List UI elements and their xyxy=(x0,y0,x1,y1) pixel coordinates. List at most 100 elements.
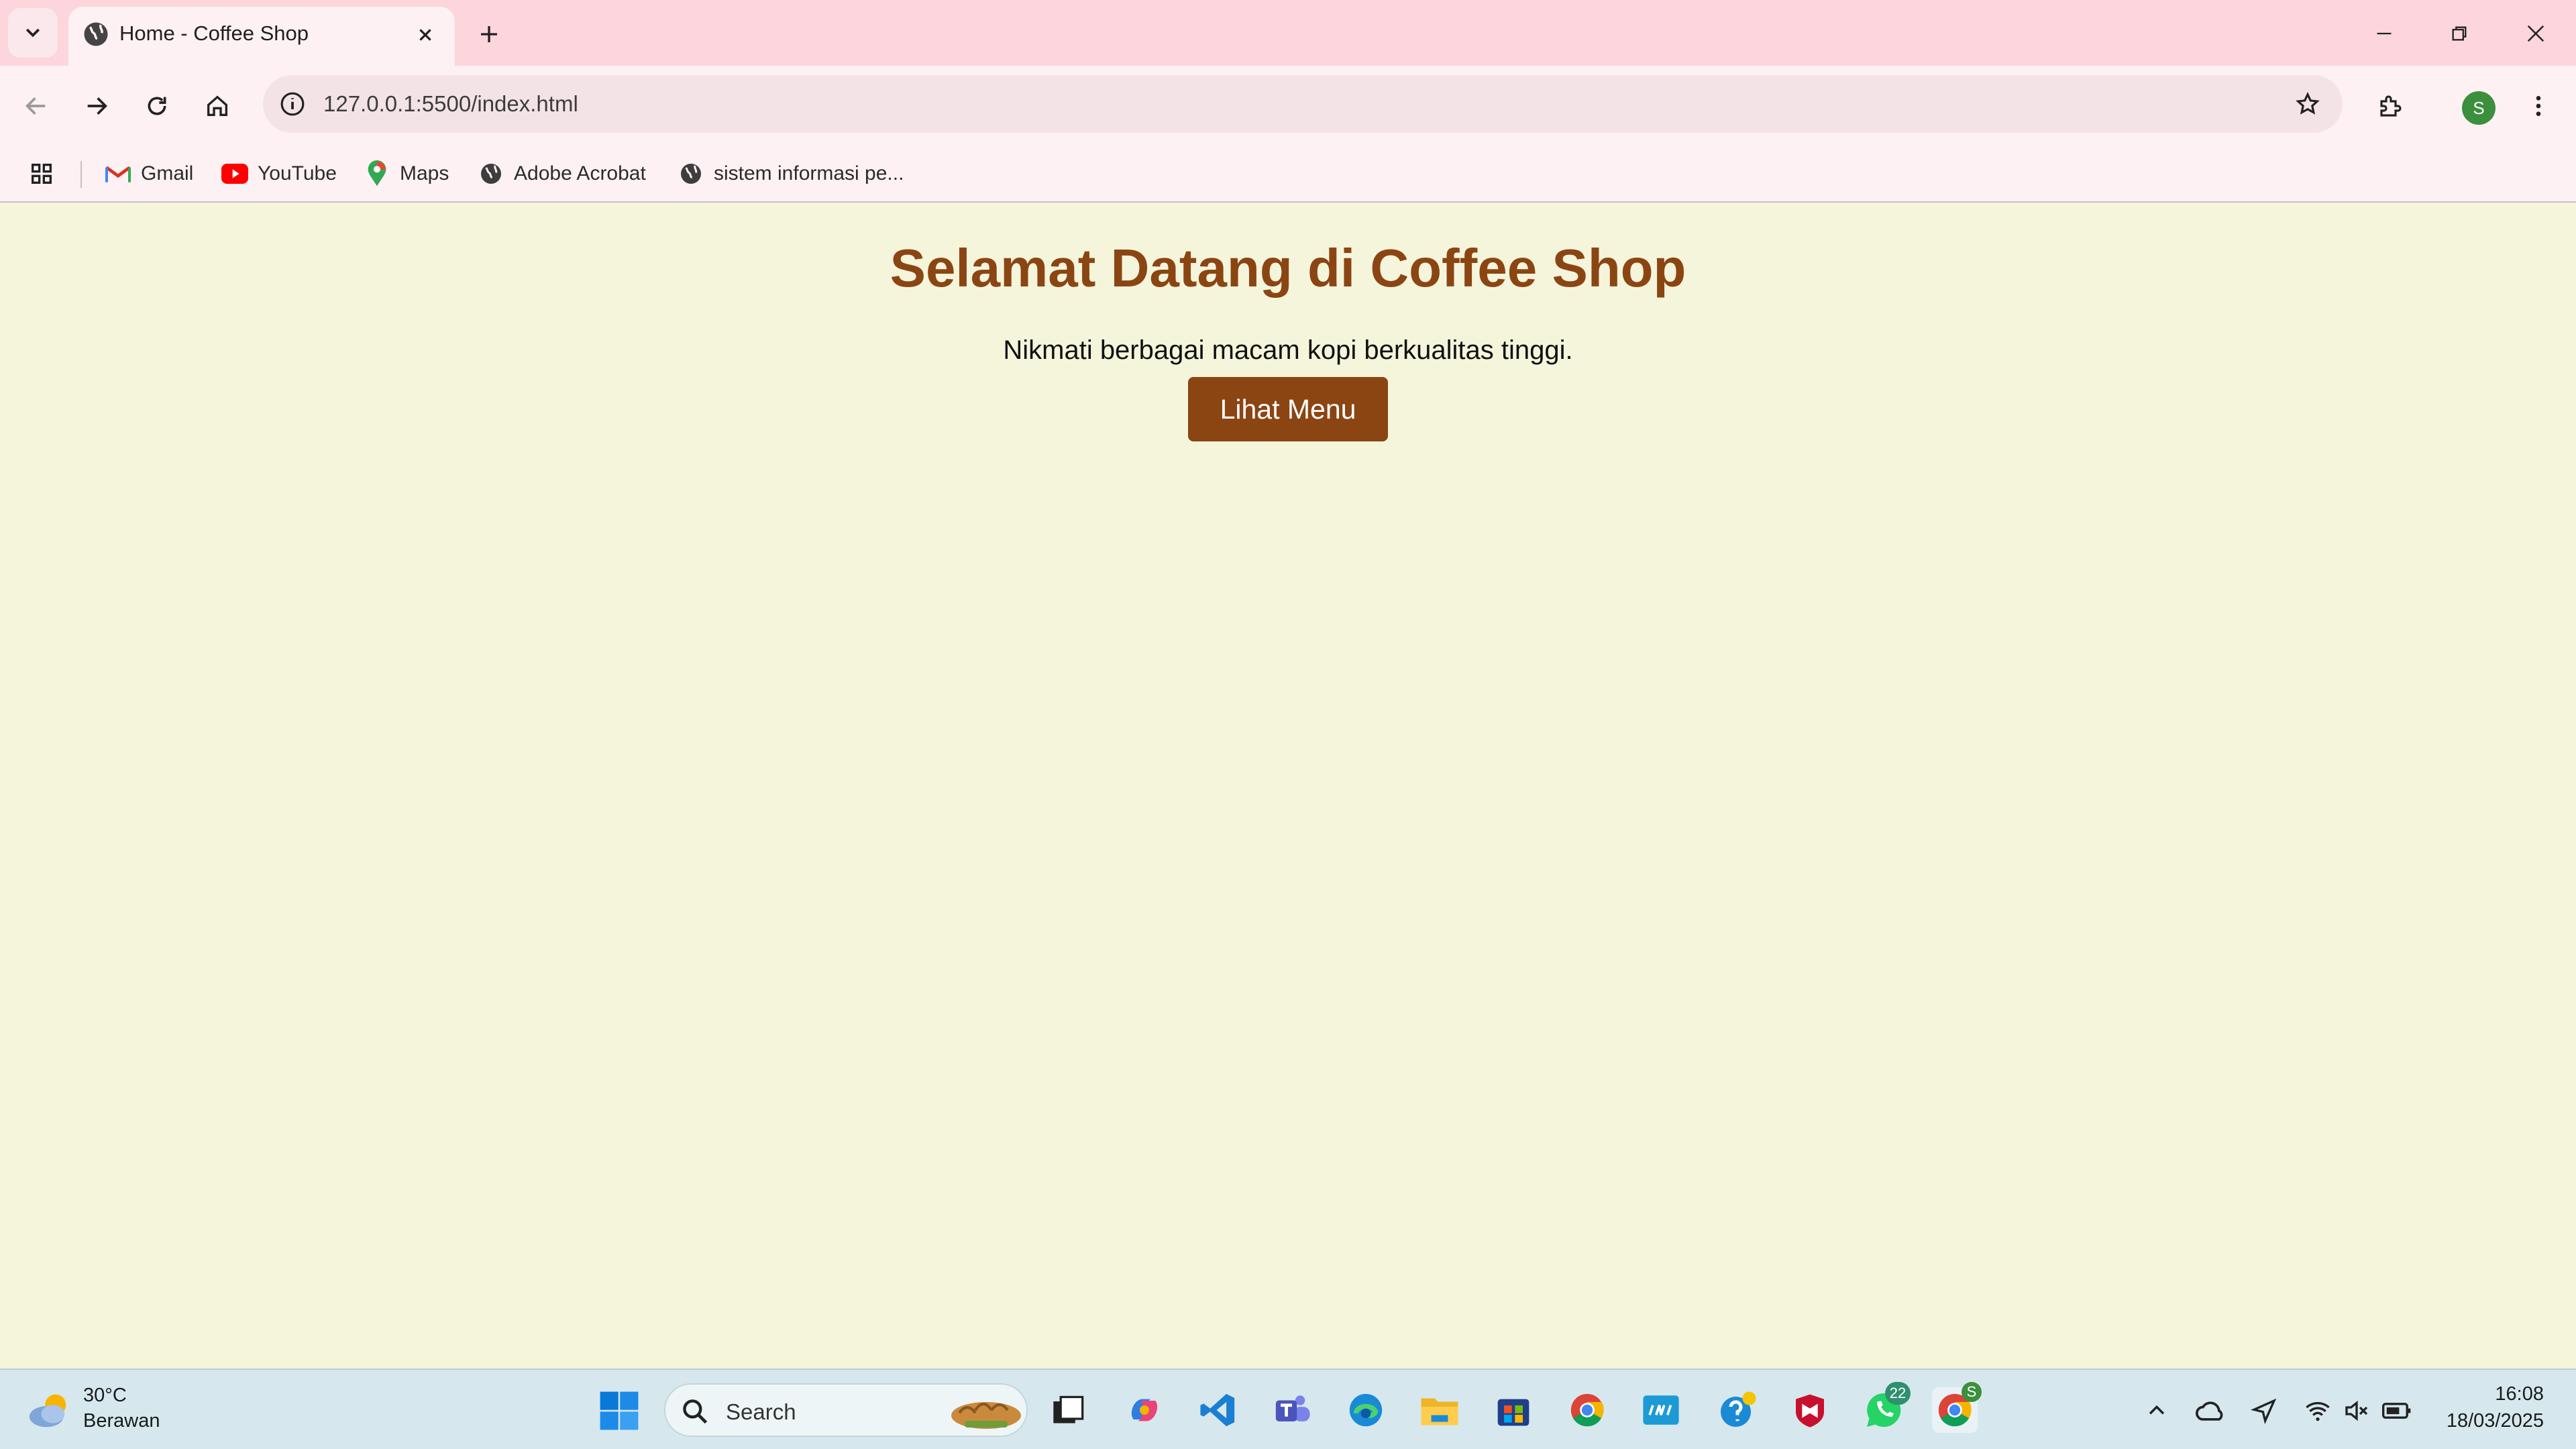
arrow-right-icon xyxy=(87,97,107,115)
folder-icon xyxy=(1421,1398,1458,1426)
edge-icon xyxy=(1349,1393,1383,1427)
taskbar-chrome[interactable] xyxy=(1564,1387,1610,1433)
bookmark-label: Adobe Acrobat xyxy=(514,162,646,184)
taskbar-mcafee[interactable] xyxy=(1787,1387,1833,1433)
taskbar-edge[interactable] xyxy=(1343,1387,1389,1433)
copilot-icon xyxy=(1131,1399,1158,1421)
taskbar-whatsapp[interactable]: 22 xyxy=(1861,1382,1911,1433)
minimize-button[interactable] xyxy=(2364,13,2404,54)
taskbar-copilot[interactable] xyxy=(1122,1387,1167,1433)
volume-muted-icon xyxy=(2345,1400,2368,1421)
globe-icon xyxy=(84,22,108,46)
back-button[interactable] xyxy=(16,86,56,126)
taskbar-search-box[interactable]: Search xyxy=(664,1383,1028,1437)
tray-battery[interactable] xyxy=(2380,1394,2414,1428)
bookmark-gmail[interactable]: Gmail xyxy=(105,157,193,191)
bookmark-label: Maps xyxy=(400,162,449,184)
tray-volume[interactable] xyxy=(2340,1394,2373,1428)
puzzle-icon xyxy=(2380,95,2402,117)
taskbar-microsoft-store[interactable] xyxy=(1491,1387,1536,1433)
star-icon xyxy=(2296,91,2320,115)
home-button[interactable] xyxy=(197,86,237,126)
info-icon xyxy=(280,92,305,116)
tab-close-button[interactable] xyxy=(412,21,439,48)
tray-location[interactable] xyxy=(2247,1394,2281,1428)
myhp-icon xyxy=(1643,1395,1679,1425)
mcafee-shield-icon xyxy=(1796,1394,1824,1428)
cloud-icon xyxy=(2196,1401,2223,1421)
store-icon xyxy=(1497,1399,1529,1426)
browser-tab-strip: Home - Coffee Shop xyxy=(0,0,2576,66)
search-placeholder: Search xyxy=(726,1399,796,1424)
croissant-icon xyxy=(951,1402,1021,1429)
close-window-button[interactable] xyxy=(2516,13,2556,54)
bookmarks-separator xyxy=(80,161,82,188)
taskbar-task-view[interactable] xyxy=(1045,1387,1091,1433)
bookmark-star-button[interactable] xyxy=(2288,84,2328,124)
home-icon xyxy=(207,95,227,116)
menu-button[interactable] xyxy=(2518,86,2559,126)
apps-button[interactable] xyxy=(28,157,55,191)
vscode-icon xyxy=(1200,1393,1235,1427)
bookmarks-bar: Gmail YouTube Maps Adobe Acrobat sistem … xyxy=(0,145,2576,203)
plus-icon xyxy=(481,26,497,42)
bookmark-label: sistem informasi pe... xyxy=(714,162,904,184)
task-view-icon xyxy=(1053,1395,1084,1424)
more-vertical-icon xyxy=(2536,96,2541,116)
weather-description[interactable]: Berawan xyxy=(83,1410,160,1432)
battery-icon xyxy=(2382,1403,2411,1419)
search-icon xyxy=(683,1399,708,1424)
tray-wifi[interactable] xyxy=(2301,1394,2334,1428)
notification-badge: 22 xyxy=(1885,1382,1911,1405)
reload-button[interactable] xyxy=(137,86,177,126)
location-arrow-icon xyxy=(2251,1398,2277,1424)
bookmark-maps[interactable]: Maps xyxy=(364,157,449,191)
youtube-icon xyxy=(221,160,248,187)
globe-icon xyxy=(678,160,704,187)
address-bar[interactable]: 127.0.0.1:5500/index.html xyxy=(263,75,2343,133)
reload-icon xyxy=(148,97,166,115)
clock-date[interactable]: 18/03/2025 xyxy=(2447,1410,2544,1432)
weather-cloudy-icon[interactable] xyxy=(27,1390,74,1430)
taskbar-teams[interactable] xyxy=(1269,1387,1315,1433)
taskbar-file-explorer[interactable] xyxy=(1417,1387,1462,1433)
apps-grid-icon xyxy=(32,164,52,184)
tab-search-button[interactable] xyxy=(8,8,58,58)
weather-temperature[interactable]: 30°C xyxy=(83,1385,127,1407)
arrow-left-icon xyxy=(25,97,46,115)
taskbar-help[interactable] xyxy=(1715,1387,1760,1433)
new-tab-button[interactable] xyxy=(472,17,506,51)
clock-time[interactable]: 16:08 xyxy=(2495,1383,2544,1405)
maps-icon xyxy=(364,160,390,187)
close-icon xyxy=(419,29,431,41)
forward-button[interactable] xyxy=(76,86,117,126)
view-menu-button[interactable]: Lihat Menu xyxy=(1188,377,1388,441)
bookmark-sistem-informasi[interactable]: sistem informasi pe... xyxy=(678,157,904,191)
help-icon xyxy=(1721,1391,1756,1427)
taskbar-chrome-profile[interactable]: S xyxy=(1932,1382,1982,1433)
restore-icon xyxy=(2452,26,2467,41)
restore-button[interactable] xyxy=(2439,13,2479,54)
web-page-content: Selamat Datang di Coffee Shop Nikmati be… xyxy=(0,204,2576,1368)
bookmark-youtube[interactable]: YouTube xyxy=(221,157,337,191)
page-title: Selamat Datang di Coffee Shop xyxy=(890,238,1686,298)
profile-avatar[interactable]: S xyxy=(2462,91,2496,125)
chrome-icon xyxy=(1570,1393,1604,1427)
bookmark-adobe-acrobat[interactable]: Adobe Acrobat xyxy=(478,157,646,191)
tray-overflow-button[interactable] xyxy=(2140,1394,2174,1428)
bookmark-label: YouTube xyxy=(258,162,337,184)
site-info-button[interactable] xyxy=(272,84,313,124)
browser-toolbar: 127.0.0.1:5500/index.html S xyxy=(0,66,2576,145)
windows-start-icon[interactable] xyxy=(598,1390,640,1432)
url-text: 127.0.0.1:5500/index.html xyxy=(323,91,578,116)
windows-taskbar: 30°C Berawan Search 22 S 16:08 18/03/202… xyxy=(0,1368,2576,1449)
tray-onedrive[interactable] xyxy=(2194,1394,2227,1428)
profile-badge: S xyxy=(1962,1382,1982,1402)
taskbar-myhp[interactable] xyxy=(1638,1387,1684,1433)
extensions-button[interactable] xyxy=(2371,86,2411,126)
globe-icon xyxy=(478,160,504,187)
tab-active[interactable]: Home - Coffee Shop xyxy=(68,7,455,66)
close-icon xyxy=(2527,25,2544,42)
chevron-down-icon xyxy=(25,28,40,38)
taskbar-vscode[interactable] xyxy=(1195,1387,1241,1433)
